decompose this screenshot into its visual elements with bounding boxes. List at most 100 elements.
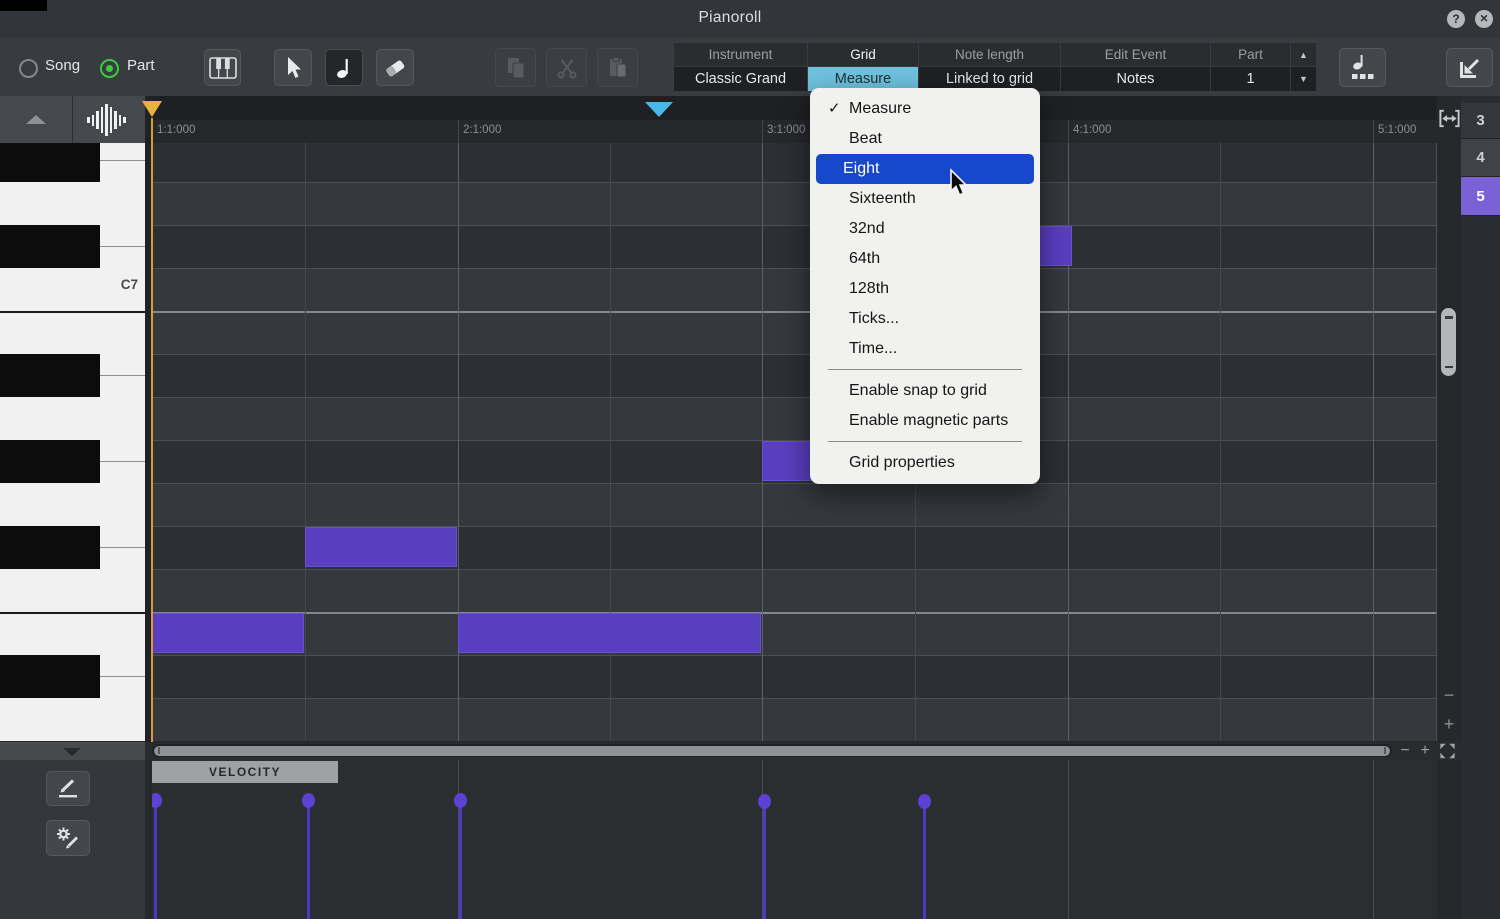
scroll-up-button[interactable]	[0, 96, 72, 143]
horizontal-zoom-out-button[interactable]: −	[1398, 742, 1412, 760]
menu-item-64th[interactable]: 64th	[816, 244, 1034, 274]
key-C#7[interactable]	[0, 225, 100, 268]
white-key-split-line	[100, 676, 145, 677]
velocity-settings-button[interactable]	[46, 820, 90, 856]
thumb-grip	[1445, 316, 1453, 319]
playhead-marker[interactable]	[142, 101, 162, 117]
horizontal-scrollbar-track[interactable]	[152, 744, 1392, 757]
midi-note-f-6-1-3[interactable]	[305, 527, 457, 567]
key-D7[interactable]	[0, 182, 145, 225]
horizontal-scrollbar-thumb[interactable]	[154, 746, 1390, 756]
dropdown-instrument-value[interactable]: Classic Grand	[674, 67, 807, 91]
thumb-cap	[1384, 747, 1386, 754]
menu-item-beat[interactable]: Beat	[816, 124, 1034, 154]
close-icon: ✕	[1480, 13, 1489, 25]
draw-velocity-button[interactable]	[46, 771, 90, 806]
velocity-dot[interactable]	[918, 794, 931, 809]
midi-note-e6-2-1[interactable]	[458, 613, 761, 653]
grid-row-line	[152, 397, 1437, 398]
copy-icon	[505, 56, 527, 80]
key-G#6[interactable]	[0, 440, 100, 483]
grid-row-D#7	[152, 143, 1437, 182]
menu-item-label: 128th	[849, 280, 889, 297]
paste-button[interactable]	[597, 48, 638, 87]
scroll-down-button[interactable]	[0, 742, 145, 760]
menu-item-label: Sixteenth	[849, 190, 916, 207]
eraser-tool-button[interactable]	[376, 49, 414, 86]
import-to-corner-button[interactable]	[1446, 48, 1493, 87]
key-G6[interactable]	[0, 483, 145, 526]
menu-item-128th[interactable]: 128th	[816, 274, 1034, 304]
key-D#7[interactable]	[0, 143, 100, 182]
grid-row-line	[152, 225, 1437, 226]
grid-dropdown-menu: ✓MeasureBeatEight Sixteenth 32nd64th 128th T…	[810, 88, 1040, 484]
vertical-zoom-in-button[interactable]: +	[1441, 715, 1457, 733]
song-radio[interactable]	[19, 59, 38, 78]
grid-row-line	[152, 655, 1437, 656]
menu-item-label: Time...	[849, 340, 897, 357]
key-D#6[interactable]	[0, 655, 100, 698]
note-grid[interactable]	[152, 143, 1437, 741]
menu-item-sixteenth[interactable]: Sixteenth	[816, 184, 1034, 214]
menu-item-ticks[interactable]: Ticks...	[816, 304, 1034, 334]
dropdown-edit-event-value[interactable]: Notes	[1061, 67, 1210, 91]
velocity-dot[interactable]	[302, 793, 315, 808]
menu-item-time[interactable]: Time...	[816, 334, 1034, 364]
velocity-dot[interactable]	[758, 794, 771, 809]
dropdown-part-value[interactable]: 1	[1211, 67, 1290, 91]
close-button[interactable]: ✕	[1475, 10, 1493, 28]
fit-width-icon[interactable]	[1438, 107, 1461, 130]
menu-item-eight[interactable]: Eight	[816, 154, 1034, 184]
velocity-stem[interactable]	[307, 800, 310, 919]
menu-item-enable-magnetic-parts[interactable]: Enable magnetic parts	[816, 406, 1034, 436]
key-E6[interactable]	[0, 612, 145, 655]
cut-button[interactable]	[546, 48, 587, 87]
key-A#6[interactable]	[0, 354, 100, 397]
timeline-tick	[458, 120, 459, 143]
vertical-scroll-gutter: − +	[1437, 96, 1461, 742]
note-draw-tool-button[interactable]	[325, 49, 363, 86]
vertical-scrollbar-thumb[interactable]	[1441, 308, 1456, 376]
paste-icon	[607, 56, 629, 80]
key-F#6[interactable]	[0, 526, 100, 569]
part-down-button[interactable]: ▼	[1291, 67, 1316, 91]
pointer-tool-button[interactable]	[274, 49, 312, 86]
velocity-stem[interactable]	[459, 800, 462, 919]
velocity-measure-line	[1068, 760, 1069, 919]
key-B6[interactable]	[0, 311, 145, 354]
part-radio[interactable]	[100, 59, 119, 78]
copy-button[interactable]	[495, 48, 536, 87]
step-input-button[interactable]	[1339, 48, 1386, 87]
waveform-bar	[114, 111, 117, 129]
key-F6[interactable]	[0, 569, 145, 612]
key-A6[interactable]	[0, 397, 145, 440]
horizontal-zoom-in-button[interactable]: +	[1418, 742, 1432, 760]
key-D6[interactable]	[0, 698, 145, 741]
velocity-stem[interactable]	[923, 801, 926, 919]
menu-item-measure[interactable]: ✓Measure	[816, 94, 1034, 124]
velocity-stem[interactable]	[763, 801, 766, 919]
dropdown-part-header: Part	[1211, 43, 1290, 66]
song-radio-label: Song	[45, 57, 80, 74]
midi-note-e6-1-1[interactable]	[152, 613, 304, 653]
menu-item-label: Enable snap to grid	[849, 382, 987, 399]
velocity-stem[interactable]	[154, 800, 157, 919]
menu-item-grid-properties[interactable]: Grid properties	[816, 448, 1034, 478]
part-up-button[interactable]: ▲	[1291, 43, 1316, 66]
part-tab-3[interactable]: 3	[1461, 103, 1500, 139]
help-button[interactable]: ?	[1447, 10, 1465, 28]
waveform-view-button[interactable]	[73, 96, 145, 143]
velocity-dot[interactable]	[152, 793, 162, 808]
keyboard-toggle-button[interactable]	[204, 49, 241, 86]
menu-item-32nd[interactable]: 32nd	[816, 214, 1034, 244]
velocity-dot[interactable]	[454, 793, 467, 808]
expand-view-icon[interactable]	[1438, 742, 1457, 760]
menu-item-label: Ticks...	[849, 310, 899, 327]
part-tab-4[interactable]: 4	[1461, 139, 1500, 177]
vertical-zoom-out-button[interactable]: −	[1441, 687, 1457, 705]
menu-item-enable-snap-to-grid[interactable]: Enable snap to grid	[816, 376, 1034, 406]
part-tab-5[interactable]: 5	[1461, 177, 1500, 216]
loop-end-marker[interactable]	[645, 102, 673, 117]
velocity-lane[interactable]	[152, 760, 1437, 919]
timeline-ruler[interactable]: 1:1:0002:1:0003:1:0004:1:0005:1:000	[152, 96, 1437, 143]
